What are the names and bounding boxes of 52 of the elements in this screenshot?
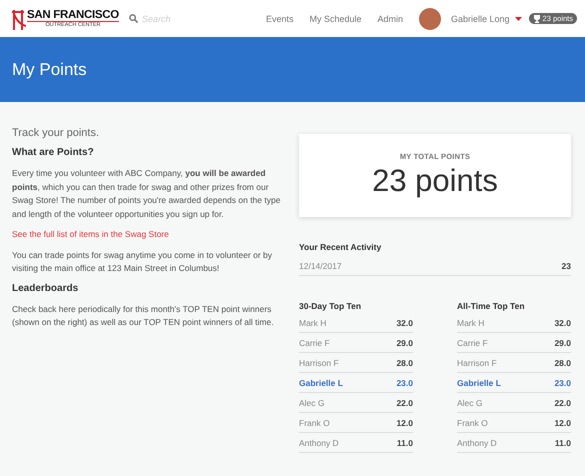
swag-store-link[interactable]: See the full list of items in the Swag Store — [12, 229, 169, 239]
leader-name: Frank O — [299, 418, 330, 428]
leader-points: 28.0 — [554, 358, 571, 368]
leader-points: 32.0 — [554, 318, 571, 328]
leader-points: 29.0 — [396, 338, 413, 348]
avatar[interactable] — [419, 8, 441, 30]
leaderboard-title: 30-Day Top Ten — [299, 301, 362, 311]
leader-name: Anthony D — [457, 438, 497, 448]
trophy-icon — [532, 14, 541, 22]
page-title: My Points — [12, 60, 87, 80]
leader-points: 12.0 — [396, 418, 413, 428]
leader-points: 29.0 — [554, 338, 571, 348]
leader-points: 23.0 — [554, 378, 571, 388]
activity-points: 23 — [562, 260, 571, 270]
section-heading: Your Recent Activity — [299, 242, 382, 252]
leader-points: 32.0 — [396, 318, 413, 328]
leader-points: 22.0 — [554, 398, 571, 408]
caret-icon[interactable] — [514, 16, 522, 20]
tagline: Track your points. — [12, 127, 100, 139]
nav-link[interactable]: My Schedule — [309, 14, 362, 24]
search-icon — [128, 14, 138, 23]
paragraph: Check back here periodically for this month's TOP TEN point winners (shown on the right) as well as our TOP TEN point winners of all time. — [12, 302, 275, 329]
leader-name: Carrie F — [299, 338, 330, 348]
paragraph: Every time you volunteer with ABC Company, you will be awarded points, which you can then trade for swag and other prizes from our Swag Store! The number of points you're awarded depends on the type and length of the volunteer opportunities you sign up for. — [12, 167, 282, 221]
section-heading: Leaderboards — [12, 282, 80, 294]
nav-link[interactable]: Admin — [377, 14, 403, 24]
paragraph: You can trade points for swag anytime you come in to volunteer or by visiting the main office at 123 Main Street in Columbus! — [12, 248, 274, 275]
leader-name: Mark H — [299, 318, 326, 328]
leader-name: Harrison F — [457, 358, 497, 368]
leaderboard-title: All-Time Top Ten — [457, 301, 526, 311]
activity-date: 12/14/2017 — [299, 260, 342, 270]
leader-points: 28.0 — [396, 358, 413, 368]
leader-name: Anthony D — [299, 438, 339, 448]
leader-points: 11.0 — [396, 438, 413, 448]
total-points: 23 points — [372, 163, 498, 199]
user-menu[interactable]: Gabrielle Long — [451, 14, 510, 24]
leader-points: 23.0 — [396, 378, 413, 388]
leader-name: Harrison F — [299, 358, 339, 368]
leader-points: 11.0 — [554, 438, 571, 448]
leader-points: 22.0 — [396, 398, 413, 408]
nav-link[interactable]: Events — [266, 14, 294, 24]
bridge-icon — [12, 8, 26, 30]
leader-name: Alec G — [457, 398, 483, 408]
leader-name: Gabrielle L — [457, 378, 501, 388]
leader-name: Alec G — [299, 398, 325, 408]
leader-name: Gabrielle L — [299, 378, 343, 388]
leader-name: Mark H — [457, 318, 484, 328]
leader-name: Frank O — [457, 418, 488, 428]
section-heading: What are Points? — [12, 147, 95, 158]
leader-name: Carrie F — [457, 338, 488, 348]
logo-title: SAN FRANCISCO — [27, 8, 119, 22]
leader-points: 12.0 — [554, 418, 571, 428]
